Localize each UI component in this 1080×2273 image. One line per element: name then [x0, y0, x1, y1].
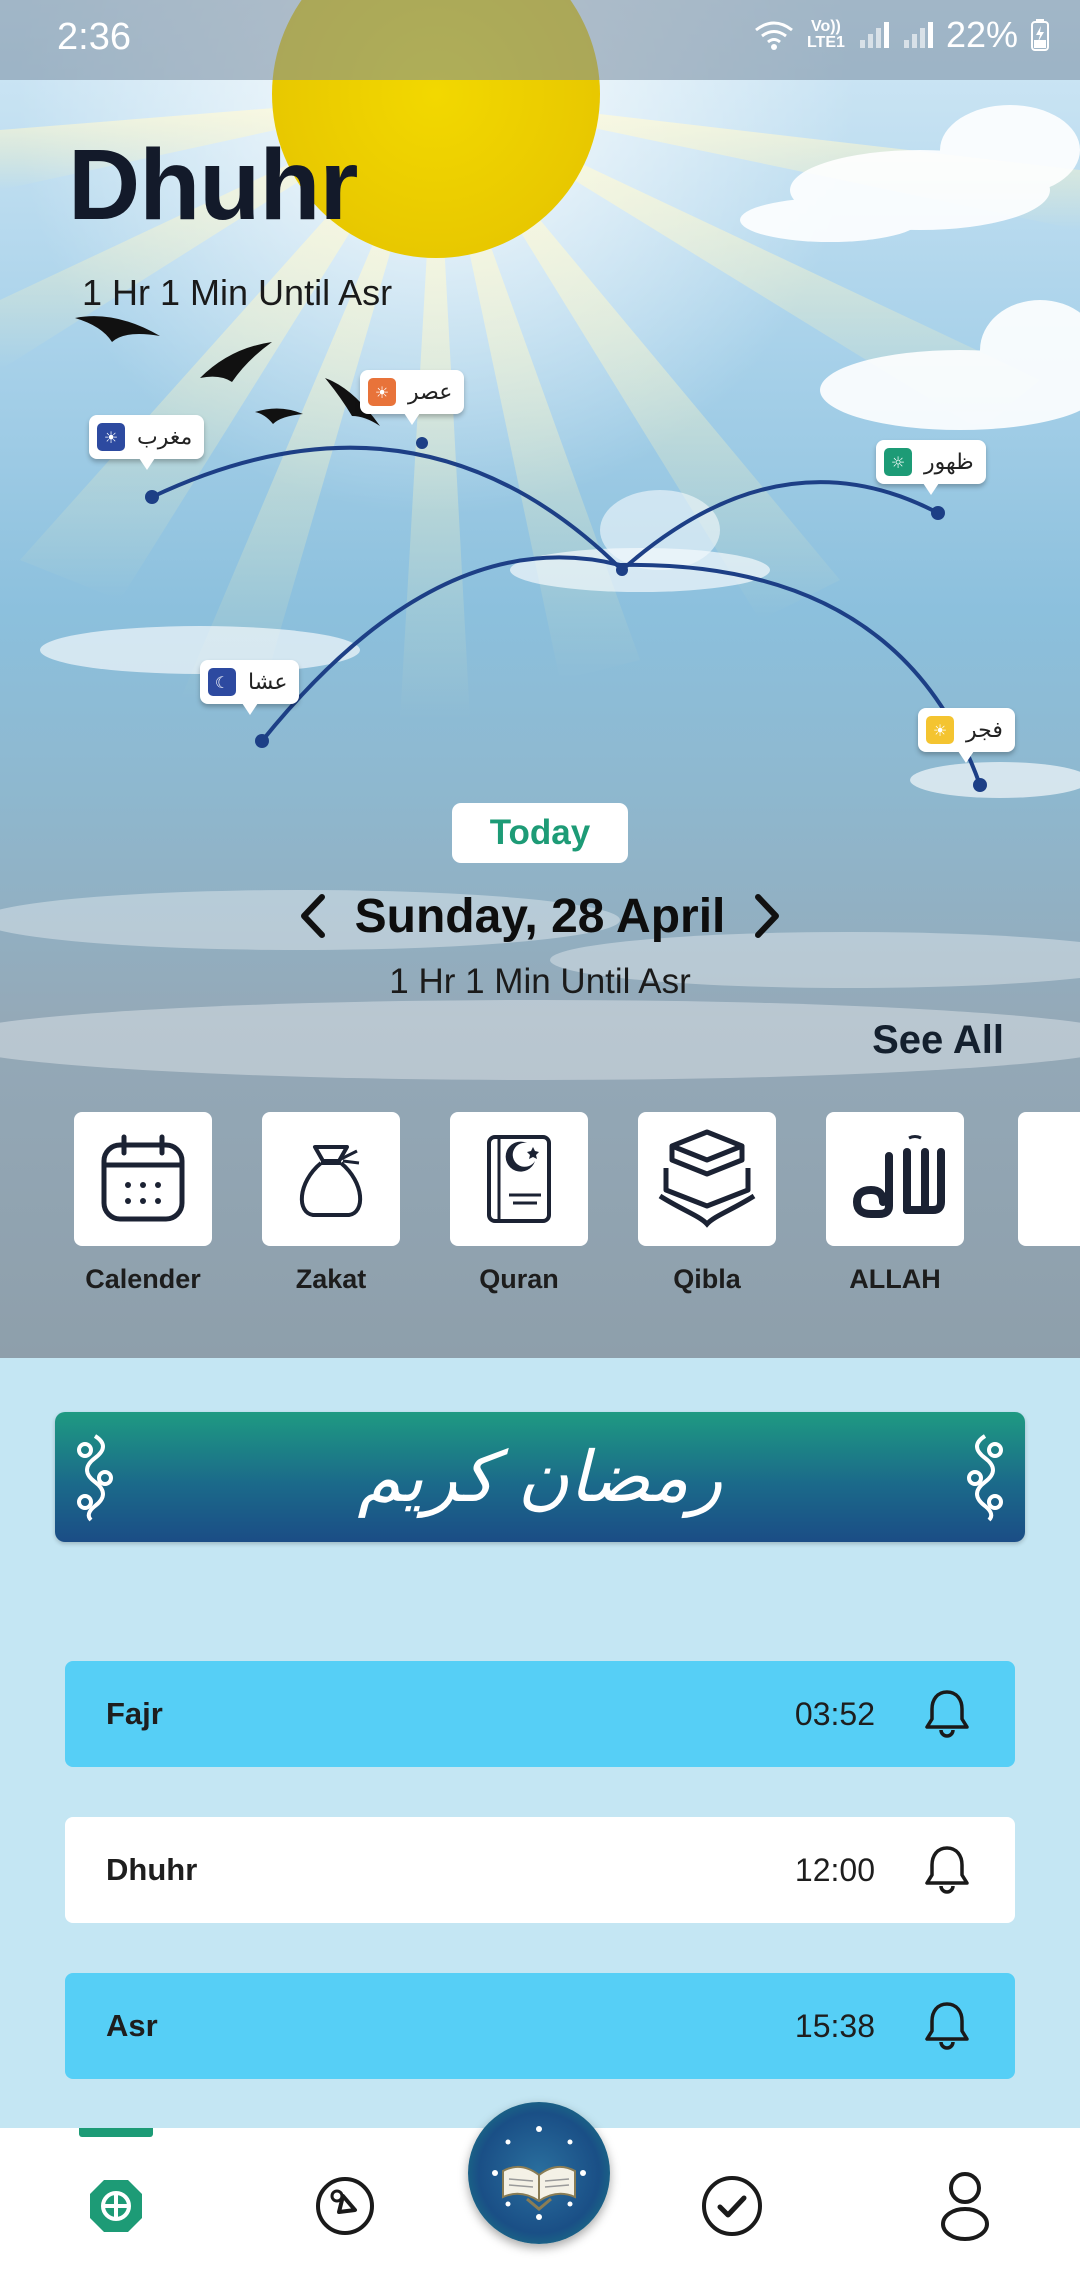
marker-asr[interactable]: ☀ عصر	[360, 370, 465, 425]
see-all-link[interactable]: See All	[872, 1018, 1004, 1063]
nav-tasks[interactable]	[682, 2156, 782, 2256]
nav-home[interactable]	[66, 2156, 166, 2256]
shortcut-zakat-label: Zakat	[295, 1264, 367, 1294]
shortcut-zakat[interactable]: Zakat	[262, 1112, 400, 1295]
compass-icon	[316, 2177, 374, 2235]
signal-icon	[859, 22, 889, 48]
prayer-name: Dhuhr	[106, 1852, 198, 1887]
date-navigator: Sunday, 28 April	[0, 886, 1080, 946]
quran-book-icon	[487, 1135, 551, 1223]
noon-sun-icon: ☼	[884, 448, 912, 476]
kaaba-icon	[658, 1129, 756, 1228]
shortcut-quran-label: Quran	[479, 1264, 559, 1294]
allah-calligraphy-icon	[852, 1135, 945, 1218]
shortcut-qibla-label: Qibla	[673, 1264, 741, 1294]
shortcut-allah[interactable]: ALLAH	[826, 1112, 964, 1295]
marker-dhuhr-label: ظهور	[924, 449, 974, 475]
next-day-button[interactable]	[747, 886, 787, 946]
prayer-time: 03:52	[794, 1695, 875, 1732]
prayer-row-dhuhr[interactable]: Dhuhr 12:00	[65, 1817, 1015, 1923]
ornament-left-icon	[77, 1434, 113, 1522]
nav-qibla-compass[interactable]	[295, 2156, 395, 2256]
marker-fajr[interactable]: ☀ فجر	[918, 708, 1015, 763]
battery-charging-icon	[1031, 19, 1049, 51]
shortcut-calender-tile	[74, 1112, 212, 1246]
tasks-check-icon	[702, 2176, 762, 2236]
prayer-time: 12:00	[794, 1851, 875, 1888]
home-tab-indicator	[79, 2128, 153, 2137]
shortcut-quran[interactable]: Quran	[450, 1112, 588, 1295]
nav-profile[interactable]	[915, 2156, 1015, 2256]
prayer-row-fajr[interactable]: Fajr 03:52	[65, 1661, 1015, 1767]
marker-dhuhr[interactable]: ☼ ظهور	[876, 440, 986, 495]
prayer-name: Fajr	[106, 1696, 163, 1731]
moon-icon: ☾	[208, 668, 236, 696]
today-button[interactable]: Today	[452, 803, 628, 863]
battery-percent: 22%	[945, 14, 1018, 55]
previous-day-button[interactable]	[293, 886, 333, 946]
shortcut-qibla[interactable]: Qibla	[638, 1112, 776, 1295]
shortcut-allah-label: ALLAH	[849, 1264, 941, 1294]
ramadan-banner[interactable]: رمضان كريم	[55, 1412, 1025, 1542]
wifi-icon	[755, 21, 793, 50]
status-time: 2:36	[57, 16, 131, 58]
bell-icon[interactable]	[923, 1688, 971, 1740]
marker-isha-label: عشا	[248, 669, 288, 695]
shortcut-quran-tile	[450, 1112, 588, 1246]
prayer-name: Asr	[106, 2008, 158, 2043]
shortcut-calender[interactable]: Calender	[74, 1112, 212, 1295]
afternoon-sun-icon: ☀	[368, 378, 396, 406]
countdown-secondary: 1 Hr 1 Min Until Asr	[389, 962, 691, 1001]
ornament-right-icon	[967, 1434, 1003, 1522]
bell-icon[interactable]	[923, 1844, 971, 1896]
profile-icon	[941, 2172, 989, 2241]
marker-maghrib[interactable]: ☀ مغرب	[89, 415, 205, 470]
marker-maghrib-label: مغرب	[137, 424, 193, 450]
bell-icon[interactable]	[923, 2000, 971, 2052]
shortcut-allah-tile	[826, 1112, 964, 1246]
hero-panel: Dhuhr 1 Hr 1 Min Until Asr ☀ مغرب ☀ عصر …	[0, 0, 1080, 1358]
chevron-right-icon	[755, 894, 780, 938]
network-label: Vo)) LTE1	[806, 18, 845, 51]
shortcut-calender-label: Calender	[85, 1264, 201, 1294]
status-bar: 2:36 Vo)) LTE1 22%	[0, 0, 1080, 80]
chevron-left-icon	[300, 894, 325, 938]
current-date: Sunday, 28 April	[354, 889, 726, 943]
marker-asr-label: عصر	[408, 379, 453, 405]
shortcut-qibla-tile	[638, 1112, 776, 1246]
shortcut-zakat-tile	[262, 1112, 400, 1246]
home-icon	[90, 2180, 142, 2232]
marker-fajr-label: فجر	[966, 717, 1003, 743]
prayer-time: 15:38	[794, 2007, 875, 2044]
sunset-icon: ☀	[97, 423, 125, 451]
signal-icon-2	[903, 22, 933, 48]
ramadan-kareem-calligraphy: رمضان كريم	[357, 1436, 723, 1518]
prayer-row-asr[interactable]: Asr 15:38	[65, 1973, 1015, 2079]
shortcut-more-partial[interactable]	[1018, 1112, 1080, 1246]
calendar-icon	[101, 1134, 185, 1222]
status-icons: Vo)) LTE1 22%	[754, 14, 1050, 56]
money-bag-icon	[299, 1145, 363, 1217]
quran-icon	[492, 2126, 586, 2220]
sunrise-icon: ☀	[926, 716, 954, 744]
nav-quran-center-button[interactable]	[468, 2102, 610, 2244]
marker-isha[interactable]: ☾ عشا	[200, 660, 300, 715]
shortcut-row: Calender Zakat Quran Qibla ALLAH	[74, 1112, 964, 1295]
prayer-arc-chart	[145, 437, 987, 792]
